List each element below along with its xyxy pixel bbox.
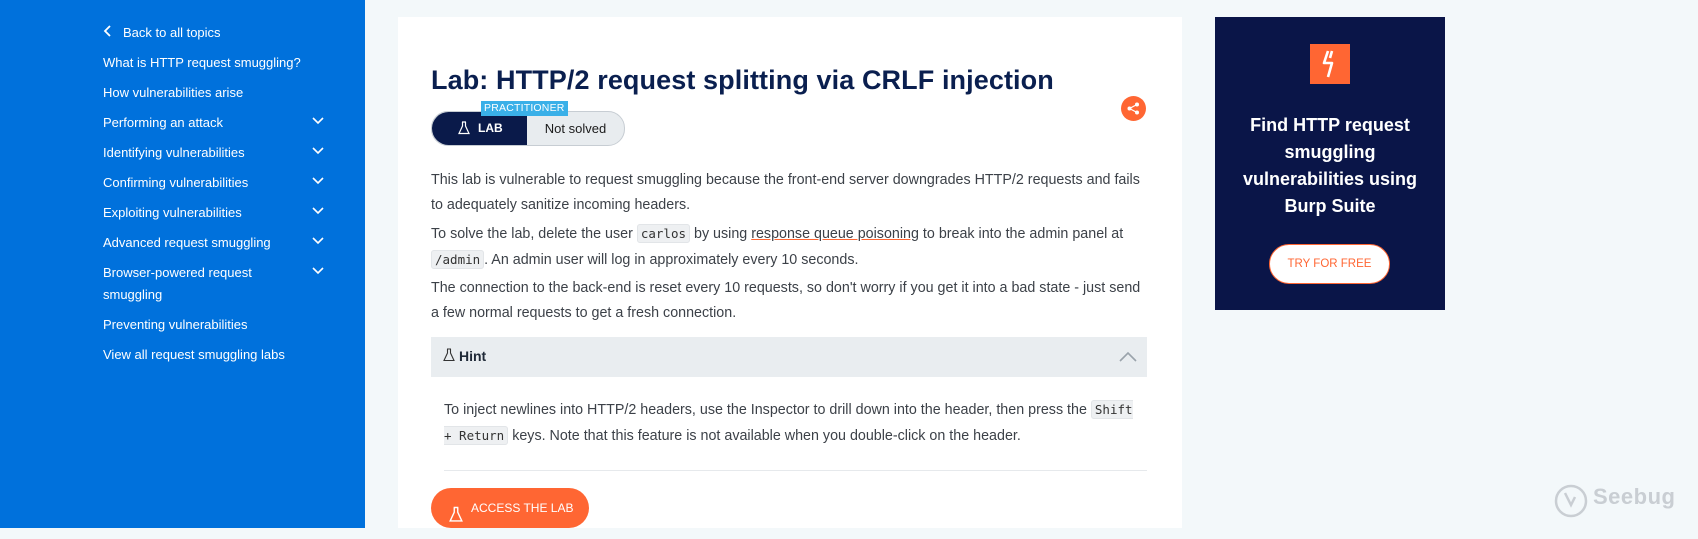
page-title: Lab: HTTP/2 request splitting via CRLF i…: [431, 65, 1054, 95]
inline-code-admin-path: /admin: [431, 250, 485, 269]
lab-description: This lab is vulnerable to request smuggl…: [431, 172, 1140, 213]
flask-icon: [443, 348, 455, 367]
hint-toggle-bar[interactable]: Hint: [431, 337, 1147, 377]
chevron-down-icon[interactable]: [312, 207, 324, 219]
sidebar-item-how-arise[interactable]: How vulnerabilities arise: [103, 82, 328, 104]
divider: [444, 470, 1147, 471]
burp-suite-promo: Find HTTP request smuggling vulnerabilit…: [1215, 17, 1445, 310]
promo-title: Find HTTP request smuggling vulnerabilit…: [1242, 115, 1418, 216]
chevron-up-icon[interactable]: [1119, 349, 1137, 367]
share-icon: [1127, 102, 1139, 115]
hint-content: To inject newlines into HTTP/2 headers, …: [444, 397, 1134, 449]
hint-text: keys. Note that this feature is not avai…: [508, 428, 1021, 444]
objective-text: To solve the lab, delete the user: [431, 226, 637, 242]
chevron-left-icon: [103, 21, 123, 43]
sidebar-item-advanced[interactable]: Advanced request smuggling: [103, 232, 328, 254]
sidebar-item-what-is[interactable]: What is HTTP request smuggling?: [103, 52, 328, 74]
chevron-down-icon[interactable]: [312, 177, 324, 189]
seebug-logo-icon: [1554, 484, 1588, 518]
try-for-free-button[interactable]: TRY FOR FREE: [1269, 244, 1390, 284]
difficulty-badge: PRACTITIONER: [481, 101, 568, 116]
back-to-topics-link[interactable]: Back to all topics: [103, 21, 328, 44]
sidebar-item-exploiting[interactable]: Exploiting vulnerabilities: [103, 202, 328, 224]
access-lab-button[interactable]: ACCESS THE LAB: [431, 488, 589, 528]
objective-text: . An admin user will log in approximatel…: [484, 252, 859, 268]
status-badge: Not solved: [544, 121, 607, 136]
objective-text: by using: [690, 226, 752, 242]
flask-icon: [458, 121, 470, 138]
sidebar-item-confirming[interactable]: Confirming vulnerabilities: [103, 172, 328, 194]
sidebar-item-browser-powered[interactable]: Browser-powered request smuggling: [103, 262, 258, 306]
chevron-down-icon[interactable]: [312, 147, 324, 159]
sidebar: Back to all topics What is HTTP request …: [0, 0, 365, 528]
sidebar-item-performing-attack[interactable]: Performing an attack: [103, 112, 328, 134]
lab-note: The connection to the back-end is reset …: [431, 280, 1141, 321]
hint-text: To inject newlines into HTTP/2 headers, …: [444, 402, 1091, 418]
sidebar-item-identifying[interactable]: Identifying vulnerabilities: [103, 142, 328, 164]
flask-icon: [449, 499, 463, 539]
lab-badge-label: LAB: [478, 121, 503, 135]
lab-status-badge: LAB Not solved PRACTITIONER: [431, 101, 625, 146]
chevron-down-icon[interactable]: [312, 117, 324, 129]
lab-content-card: Lab: HTTP/2 request splitting via CRLF i…: [398, 17, 1182, 528]
sidebar-item-view-labs[interactable]: View all request smuggling labs: [103, 344, 328, 366]
burp-logo-icon: [1310, 44, 1350, 84]
access-lab-label: ACCESS THE LAB: [471, 501, 574, 515]
chevron-down-icon[interactable]: [312, 237, 324, 249]
inline-code-username: carlos: [636, 224, 691, 243]
sidebar-item-preventing[interactable]: Preventing vulnerabilities: [103, 314, 328, 336]
back-to-topics-label: Back to all topics: [123, 25, 221, 40]
share-button[interactable]: [1121, 96, 1146, 121]
response-queue-poisoning-link[interactable]: response queue poisoning: [751, 226, 919, 242]
objective-text: to break into the admin panel at: [918, 226, 1124, 242]
watermark-label: Seebug: [1593, 484, 1676, 509]
lab-objective: To solve the lab, delete the user carlos…: [431, 221, 1151, 273]
hint-label: Hint: [459, 348, 487, 364]
chevron-down-icon[interactable]: [312, 267, 324, 279]
lab-badge: LAB: [432, 112, 527, 145]
